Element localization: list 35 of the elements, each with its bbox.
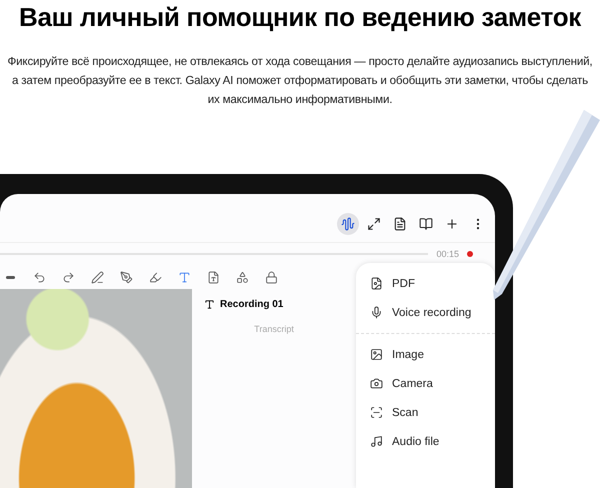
pen-thickness-icon — [6, 276, 14, 278]
menu-item[interactable]: Camera — [356, 369, 495, 398]
menu-item[interactable]: Image — [356, 340, 495, 369]
menu-item[interactable]: Scan — [356, 398, 495, 427]
music-note-icon — [370, 435, 383, 448]
note-icon — [393, 217, 407, 231]
pen-nib-icon — [120, 270, 132, 284]
note-title: Recording 01 — [220, 299, 284, 310]
transcript-field[interactable]: Transcript — [244, 324, 304, 334]
book-icon — [419, 217, 433, 231]
shapes-icon — [236, 270, 248, 284]
menu-item[interactable]: Audio file — [356, 427, 495, 456]
pdf-icon — [370, 277, 383, 290]
redo-icon — [62, 270, 74, 284]
text-box-icon — [206, 270, 220, 284]
waveform-button[interactable] — [337, 213, 359, 235]
expand-icon — [367, 217, 381, 231]
scan-icon — [370, 406, 383, 419]
highlighter-icon — [148, 270, 162, 284]
menu-item[interactable]: Voice recording — [356, 298, 495, 327]
text-icon — [204, 299, 215, 310]
recording-time: 00:15 — [436, 249, 459, 259]
text-icon — [178, 270, 190, 284]
camera-icon — [370, 377, 383, 390]
plus-icon — [445, 217, 459, 231]
undo-icon — [32, 270, 46, 284]
record-dot-icon — [467, 251, 473, 257]
pen-icon — [90, 270, 104, 284]
lock-icon — [264, 270, 278, 284]
image-icon — [370, 348, 383, 361]
microphone-icon — [370, 306, 383, 319]
page-heading: Ваш личный помощник по ведению заметок — [19, 1, 581, 34]
menu-item[interactable]: PDF — [356, 269, 495, 298]
description-paragraph: Фиксируйте всё происходящее, не отвлекаясь от хода совещания — просто делайте аудиозапись выступлений, а затем преобразуйте ее в текст. Galaxy AI поможет отформатировать и обобщить эти заметки, чтобы сделать их максимально информативными. — [8, 54, 592, 108]
waveform-icon — [341, 217, 355, 231]
